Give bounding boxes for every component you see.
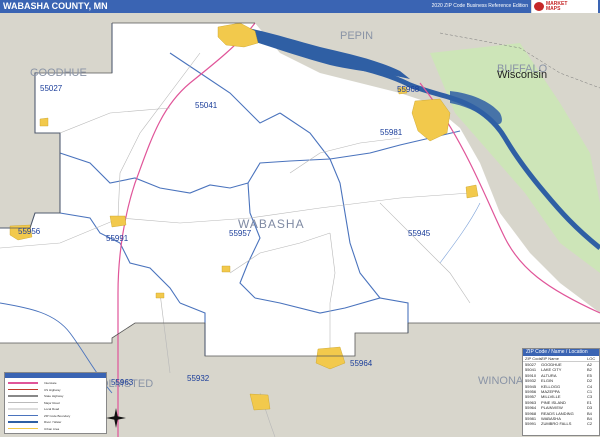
legend-swatch [8, 427, 38, 429]
legend-row: Urban Area [8, 426, 103, 431]
legend-swatch [8, 401, 38, 403]
legend-swatch [8, 388, 38, 390]
legend-row: State Highway [8, 394, 103, 398]
map-page: WABASHA COUNTY, MN 2020 ZIP Code Busines… [0, 0, 600, 437]
brand-mark-icon [534, 2, 544, 11]
index-title: ZIP Code / Name / Location [523, 349, 599, 356]
legend-swatch [8, 395, 38, 397]
legend-swatch [8, 414, 38, 416]
legend-label: Major Road [44, 400, 60, 405]
legend-label: River / Water [44, 420, 62, 424]
zip-55932[interactable]: 55932 [187, 374, 209, 383]
index-cell-zip: 55991 [525, 421, 537, 427]
legend-row: US Highway [8, 387, 103, 392]
map-subtitle: 2020 ZIP Code Business Reference Edition [431, 3, 528, 9]
legend-label: Local Road [44, 407, 60, 411]
legend-label: ZIP Code Boundary [44, 413, 71, 418]
legend-swatch [8, 408, 38, 410]
zip-55991[interactable]: 55991 [106, 234, 128, 243]
zip-55027[interactable]: 55027 [40, 84, 62, 93]
label-wisconsin: Wisconsin [497, 69, 548, 81]
label-winona: WINONA [478, 375, 524, 387]
zip-55957[interactable]: 55957 [229, 229, 251, 238]
map-legend: Interstate US Highway State Highway Major R… [4, 372, 107, 434]
zip-55981[interactable]: 55981 [380, 128, 402, 137]
zip-55964[interactable]: 55964 [350, 359, 372, 368]
legend-header [5, 373, 106, 378]
index-row[interactable]: 55991 ZUMBRO FALLS C2 [523, 421, 599, 426]
index-cell-name: ZUMBRO FALLS [541, 421, 572, 427]
index-cell-loc: C2 [587, 421, 593, 427]
zip-55956[interactable]: 55956 [18, 227, 40, 236]
title-bar: WABASHA COUNTY, MN 2020 ZIP Code Busines… [0, 0, 600, 13]
legend-row: River / Water [8, 420, 103, 424]
legend-swatch [8, 421, 38, 423]
legend-label: Interstate [44, 381, 57, 385]
legend-row: ZIP Code Boundary [8, 413, 103, 418]
legend-label: Urban Area [44, 426, 60, 431]
map-title: WABASHA COUNTY, MN [3, 1, 108, 11]
legend-label: State Highway [44, 394, 64, 398]
zip-55968[interactable]: 55968 [397, 85, 419, 94]
legend-row: Interstate [8, 381, 103, 385]
label-pepin: PEPIN [340, 30, 374, 42]
zip-55945[interactable]: 55945 [408, 229, 430, 238]
index-rows: 55027 GOODHUE A2 55041 LAKE CITY B2 55910 ALTUR… [523, 362, 599, 427]
brand-logo: MARKET MAPS [531, 0, 598, 13]
index-col-zip: ZIP Code [525, 356, 542, 361]
legend-label: US Highway [44, 387, 61, 392]
compass-rose-icon [106, 408, 126, 428]
brand-line2: MAPS [546, 6, 561, 12]
legend-swatch [8, 382, 38, 384]
index-col-loc: LOC [587, 356, 596, 361]
zip-55041[interactable]: 55041 [195, 101, 217, 110]
legend-row: Local Road [8, 407, 103, 411]
label-goodhue: GOODHUE [30, 67, 87, 79]
zip-code-index: ZIP Code / Name / Location ZIP Code ZIP … [522, 348, 600, 436]
legend-row: Major Road [8, 400, 103, 405]
index-col-name: ZIP Name [541, 356, 559, 361]
zip-55963[interactable]: 55963 [111, 378, 133, 387]
